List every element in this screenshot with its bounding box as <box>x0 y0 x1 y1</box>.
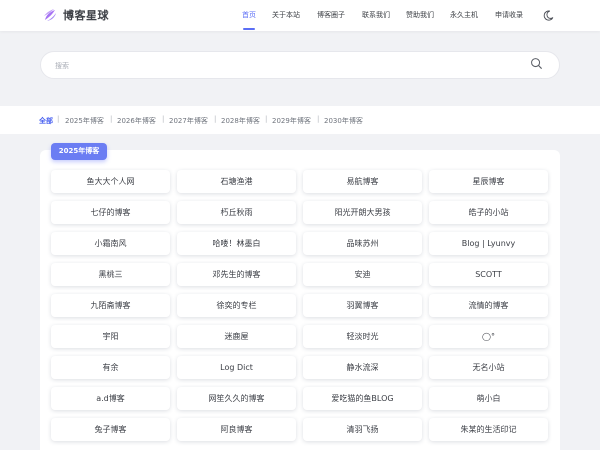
tab-separator: | <box>57 115 60 123</box>
tab-separator: | <box>214 115 217 123</box>
search-icon[interactable] <box>530 57 543 70</box>
site-link-card[interactable]: 爱吃猫的鱼BLOG <box>303 387 422 410</box>
tab-2026[interactable]: 2026年博客 <box>117 116 156 126</box>
site-link-card[interactable]: Blog | Lyunvy <box>429 232 548 255</box>
section-title-badge: 2025年博客 <box>51 143 107 160</box>
site-link-card[interactable]: 石塘渔港 <box>177 170 296 193</box>
tab-all[interactable]: 全部 <box>39 116 53 126</box>
site-link-card[interactable]: 清羽飞扬 <box>303 418 422 441</box>
site-link-card[interactable]: 兔子博客 <box>51 418 170 441</box>
site-link-card[interactable]: 星辰博客 <box>429 170 548 193</box>
site-link-card[interactable]: a.d博客 <box>51 387 170 410</box>
nav-permanent-host[interactable]: 永久主机 <box>450 10 478 20</box>
site-link-card[interactable]: 黑桃三 <box>51 263 170 286</box>
site-link-card[interactable]: ◯° <box>429 325 548 348</box>
nav-about[interactable]: 关于本站 <box>272 10 300 20</box>
tab-2029[interactable]: 2029年博客 <box>272 116 311 126</box>
site-link-card[interactable]: 静水流深 <box>303 356 422 379</box>
tab-2030[interactable]: 2030年博客 <box>324 116 363 126</box>
site-logo[interactable]: 博客星球 <box>42 7 109 23</box>
site-link-card[interactable]: 九陌斋博客 <box>51 294 170 317</box>
site-link-card[interactable]: 阿良博客 <box>177 418 296 441</box>
tab-separator: | <box>110 115 113 123</box>
site-link-card[interactable]: SCOTT <box>429 263 548 286</box>
top-navbar: 博客星球 首页 关于本站 博客圈子 联系我们 赞助我们 永久主机 申请收录 <box>0 0 600 31</box>
site-link-card[interactable]: 皓子的小站 <box>429 201 548 224</box>
site-link-card[interactable]: 徐奕的专栏 <box>177 294 296 317</box>
nav-sponsor[interactable]: 赞助我们 <box>406 10 434 20</box>
site-link-card[interactable]: 七仔的博客 <box>51 201 170 224</box>
site-link-card[interactable]: 邓先生的博客 <box>177 263 296 286</box>
nav-home[interactable]: 首页 <box>242 10 256 20</box>
dark-mode-moon-icon[interactable] <box>543 10 554 21</box>
site-link-card[interactable]: 有余 <box>51 356 170 379</box>
site-link-card[interactable]: 萌小白 <box>429 387 548 410</box>
site-link-card[interactable]: 安迪 <box>303 263 422 286</box>
site-link-card[interactable]: 网笙久久的博客 <box>177 387 296 410</box>
site-link-card[interactable]: 无名小站 <box>429 356 548 379</box>
site-link-card[interactable]: 朱某的生活印记 <box>429 418 548 441</box>
planet-logo-icon <box>44 9 56 21</box>
tab-separator: | <box>317 115 320 123</box>
site-link-card[interactable]: 迷鹿屋 <box>177 325 296 348</box>
tab-2025[interactable]: 2025年博客 <box>65 116 104 126</box>
tab-2028[interactable]: 2028年博客 <box>221 116 260 126</box>
site-link-card[interactable]: Log Dict <box>177 356 296 379</box>
tab-separator: | <box>162 115 165 123</box>
active-nav-indicator <box>243 28 255 30</box>
site-link-card[interactable]: 宇阳 <box>51 325 170 348</box>
site-link-card[interactable]: 阳光开朗大男孩 <box>303 201 422 224</box>
nav-blog-circle[interactable]: 博客圈子 <box>317 10 345 20</box>
tab-2027[interactable]: 2027年博客 <box>169 116 208 126</box>
site-link-card[interactable]: 轻淡时光 <box>303 325 422 348</box>
site-link-card[interactable]: 哈喽！林墨白 <box>177 232 296 255</box>
site-link-card[interactable]: 羽翼博客 <box>303 294 422 317</box>
logo-text: 博客星球 <box>63 9 109 22</box>
year-filter-bar: 全部 | 2025年博客 | 2026年博客 | 2027年博客 | 2028年… <box>0 106 600 134</box>
search-input[interactable] <box>55 59 505 73</box>
site-link-card[interactable]: 小霜南风 <box>51 232 170 255</box>
nav-apply-listing[interactable]: 申请收录 <box>495 10 523 20</box>
site-link-card[interactable]: 流情的博客 <box>429 294 548 317</box>
search-bar <box>40 51 560 79</box>
site-link-card[interactable]: 易航博客 <box>303 170 422 193</box>
site-link-card[interactable]: 鱼大大个人网 <box>51 170 170 193</box>
site-link-card[interactable]: 品味苏州 <box>303 232 422 255</box>
site-link-card[interactable]: 朽丘秋雨 <box>177 201 296 224</box>
nav-contact[interactable]: 联系我们 <box>362 10 390 20</box>
tab-separator: | <box>265 115 268 123</box>
